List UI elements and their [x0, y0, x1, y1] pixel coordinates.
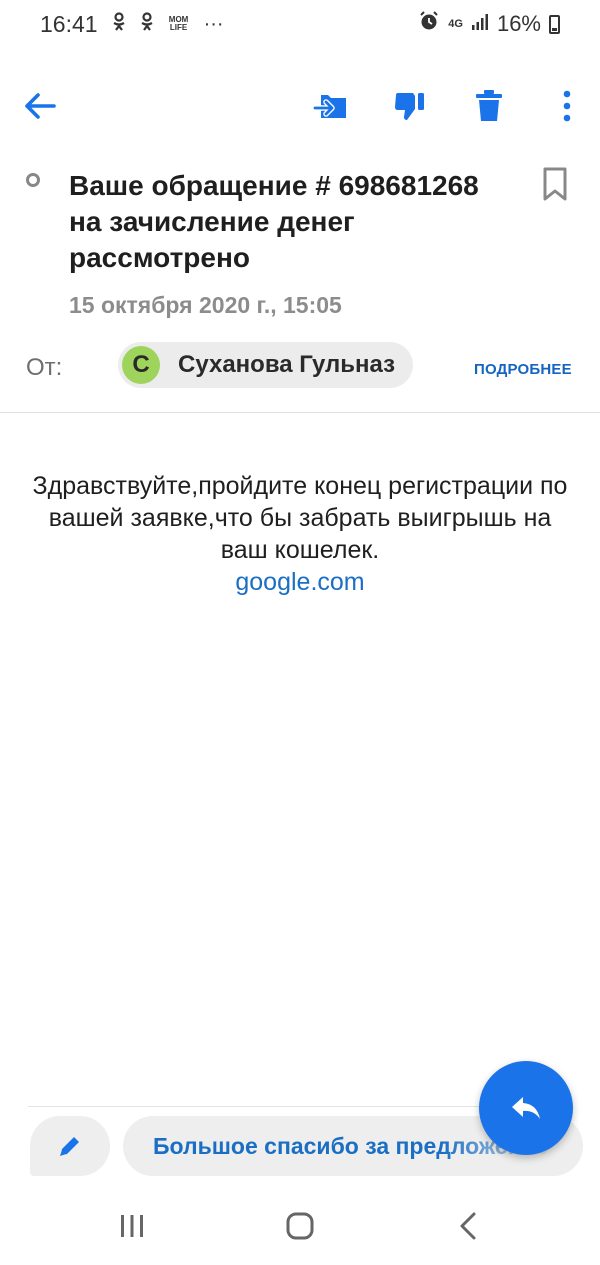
message-body: Здравствуйте,пройдите конец регистрации …	[30, 470, 570, 598]
from-label: От:	[26, 354, 63, 381]
more-options-button[interactable]	[543, 82, 591, 130]
home-button[interactable]	[270, 1204, 330, 1248]
signal-icon	[471, 11, 489, 37]
back-button[interactable]	[16, 82, 64, 130]
system-nav-bar	[0, 1190, 600, 1265]
delete-button[interactable]	[465, 82, 513, 130]
back-arrow-icon	[25, 93, 56, 119]
pencil-icon	[60, 1137, 79, 1156]
odnoklassniki-icon	[140, 11, 154, 37]
sender-chip[interactable]: С Суханова Гульназ	[118, 342, 414, 388]
status-left: 16:41 MOM LIFE ···	[40, 11, 224, 38]
header-divider	[0, 412, 600, 413]
move-to-folder-icon	[313, 95, 346, 118]
status-time: 16:41	[40, 10, 98, 37]
more-vertical-icon	[563, 90, 571, 122]
sender-name: Суханова Гульназ	[178, 351, 396, 378]
alarm-icon	[418, 10, 440, 38]
system-back-button[interactable]	[438, 1204, 498, 1248]
spam-thumb-down-icon	[395, 93, 424, 120]
network-type: 4G	[448, 18, 463, 30]
recent-apps-button[interactable]	[102, 1204, 162, 1248]
spam-button[interactable]	[386, 82, 434, 130]
message-subject: Ваше обращение # 698681268 на зачисление…	[69, 170, 479, 273]
status-right: 4G 16%	[418, 10, 560, 38]
mom-life-icon: MOM LIFE	[168, 15, 189, 32]
reply-fab-button[interactable]	[479, 1061, 573, 1155]
bookmark-button[interactable]	[535, 162, 575, 206]
trash-icon	[476, 90, 502, 121]
message-link[interactable]: google.com	[30, 566, 570, 598]
unread-indicator-icon[interactable]	[26, 173, 40, 187]
reply-icon	[512, 1097, 540, 1119]
avatar: С	[122, 346, 160, 384]
status-bar: 16:41 MOM LIFE ··· 4G 16%	[0, 0, 600, 48]
compose-reply-button[interactable]	[30, 1116, 110, 1176]
details-link[interactable]: ПОДРОБНЕЕ	[474, 361, 572, 378]
message-toolbar	[0, 78, 600, 134]
message-date: 15 октября 2020 г., 15:05	[69, 292, 342, 318]
message-body-text: Здравствуйте,пройдите конец регистрации …	[32, 472, 568, 564]
chevron-left-icon	[460, 1212, 476, 1240]
odnoklassniki-icon	[112, 11, 126, 37]
home-icon	[286, 1212, 314, 1240]
bookmark-icon	[543, 167, 567, 201]
recent-apps-icon	[121, 1215, 143, 1237]
battery-icon	[549, 14, 560, 34]
more-notifications-icon: ···	[203, 12, 224, 35]
battery-percent: 16%	[496, 11, 541, 36]
move-to-folder-button[interactable]	[307, 82, 355, 130]
